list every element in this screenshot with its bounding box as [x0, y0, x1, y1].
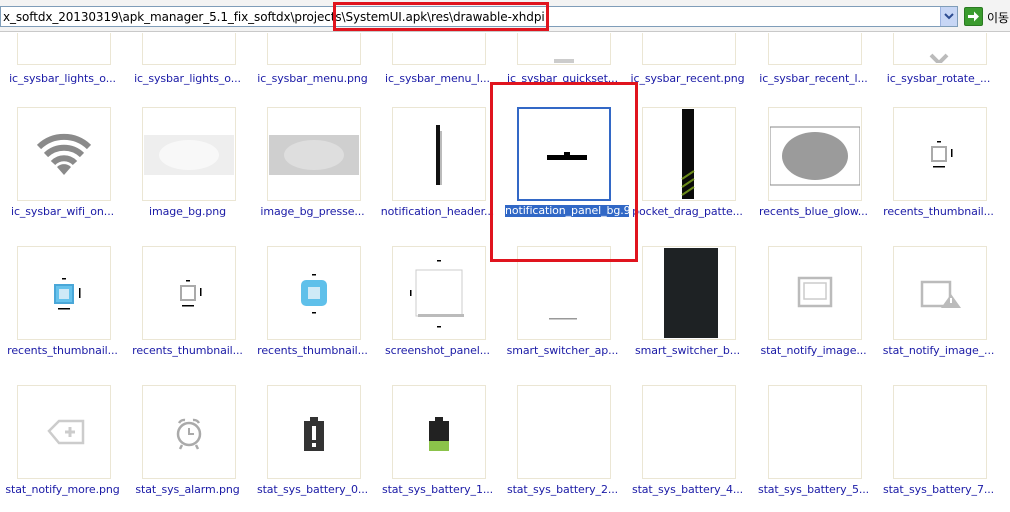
file-view[interactable]: ic_sysbar_lights_o... ic_sysbar_lights_o.…: [0, 33, 1010, 512]
notify-more-icon: [17, 385, 111, 479]
file-name: ic_sysbar_recent.png: [630, 72, 745, 85]
file-item[interactable]: smart_switcher_ap...: [500, 246, 625, 382]
file-item[interactable]: stat_sys_battery_7...: [876, 385, 1001, 512]
battery-empty-icon: [267, 385, 361, 479]
file-name: smart_switcher_ap...: [506, 344, 619, 357]
battery-blank-icon: [893, 385, 987, 479]
file-item[interactable]: pocket_drag_patte...: [625, 107, 750, 243]
file-name: recents_thumbnail...: [883, 205, 994, 218]
file-name: ic_sysbar_rotate_...: [886, 72, 991, 85]
file-name: stat_sys_battery_5...: [757, 483, 870, 496]
thumbnail-small-icon: [142, 246, 236, 340]
file-item[interactable]: stat_sys_battery_0...: [250, 385, 375, 512]
file-name: recents_thumbnail...: [132, 344, 243, 357]
thumbnail-blue-icon: [17, 246, 111, 340]
quicksettings-icon: [517, 33, 611, 65]
file-name: screenshot_panel...: [385, 344, 490, 357]
file-item[interactable]: recents_thumbnail...: [125, 246, 250, 382]
file-name: pocket_drag_patte...: [632, 205, 743, 218]
address-input[interactable]: x_softdx_20130319\apk_manager_5.1_fix_so…: [0, 6, 958, 27]
switcher-line-icon: [517, 246, 611, 340]
lights-icon: [142, 33, 236, 65]
file-name: ic_sysbar_menu_l...: [385, 72, 490, 85]
file-item[interactable]: stat_notify_image...: [751, 246, 876, 382]
file-name: recents_thumbnail...: [257, 344, 368, 357]
file-name: image_bg.png: [149, 205, 226, 218]
screenshot-panel-icon: [392, 246, 486, 340]
file-name: smart_switcher_b...: [634, 344, 740, 357]
file-name: stat_notify_more.png: [5, 483, 120, 496]
file-name: stat_sys_battery_1...: [381, 483, 494, 496]
blue-glow-icon: [768, 107, 862, 201]
address-path: x_softdx_20130319\apk_manager_5.1_fix_so…: [3, 10, 545, 24]
file-item[interactable]: screenshot_panel...: [375, 246, 500, 382]
file-name: notification_panel_bg.9.png: [505, 205, 629, 217]
go-label: 이동: [987, 11, 1010, 25]
file-item[interactable]: smart_switcher_b...: [625, 246, 750, 382]
file-name: recents_blue_glow...: [759, 205, 868, 218]
battery-blank-icon: [517, 385, 611, 479]
address-bar: x_softdx_20130319\apk_manager_5.1_fix_so…: [0, 0, 1010, 32]
file-item[interactable]: stat_sys_alarm.png: [125, 385, 250, 512]
file-item[interactable]: image_bg_presse...: [250, 107, 375, 243]
image-bg-icon: [142, 107, 236, 201]
file-item[interactable]: stat_sys_battery_1...: [375, 385, 500, 512]
file-name: stat_sys_alarm.png: [135, 483, 240, 496]
battery-blank-icon: [642, 385, 736, 479]
arrow-right-icon: [964, 7, 983, 26]
notify-image-error-icon: [893, 246, 987, 340]
file-item[interactable]: recents_thumbnail...: [250, 246, 375, 382]
file-name: stat_sys_battery_4...: [631, 483, 744, 496]
file-name: stat_notify_image...: [760, 344, 867, 357]
file-item[interactable]: image_bg.png: [125, 107, 250, 243]
rotate-icon: [893, 33, 987, 65]
menu-icon: [392, 33, 486, 65]
chevron-down-icon: [944, 13, 954, 20]
lights-icon: [17, 33, 111, 65]
file-item[interactable]: stat_notify_more.png: [0, 385, 125, 512]
file-item[interactable]: stat_sys_battery_2...: [500, 385, 625, 512]
file-name: stat_notify_image_...: [882, 344, 995, 357]
go-button[interactable]: 이동: [962, 6, 1010, 27]
file-item[interactable]: notification_header...: [375, 107, 500, 243]
file-item[interactable]: ic_sysbar_wifi_on...: [0, 107, 125, 243]
alarm-icon: [142, 385, 236, 479]
pocket-drag-icon: [642, 107, 736, 201]
file-item[interactable]: stat_sys_battery_5...: [751, 385, 876, 512]
file-name: ic_sysbar_quickset...: [507, 72, 618, 85]
image-bg-pressed-icon: [267, 107, 361, 201]
file-name: notification_header...: [380, 205, 495, 218]
file-name: image_bg_presse...: [260, 205, 365, 218]
file-item[interactable]: recents_blue_glow...: [751, 107, 876, 243]
file-name: ic_sysbar_wifi_on...: [11, 205, 114, 218]
file-item[interactable]: notification_panel_bg.9.png: [500, 107, 629, 243]
file-name: stat_sys_battery_0...: [256, 483, 369, 496]
file-item[interactable]: recents_thumbnail...: [876, 107, 1001, 243]
file-name: ic_sysbar_recent_l...: [759, 72, 868, 85]
notify-image-icon: [768, 246, 862, 340]
notification-panel-icon: [517, 107, 611, 201]
file-item[interactable]: recents_thumbnail...: [0, 246, 125, 382]
file-name: ic_sysbar_menu.png: [257, 72, 368, 85]
notification-header-icon: [392, 107, 486, 201]
thumbnail-small-icon: [893, 107, 987, 201]
file-name: recents_thumbnail...: [7, 344, 118, 357]
file-name: ic_sysbar_lights_o...: [134, 72, 241, 85]
battery-low-icon: [392, 385, 486, 479]
file-item[interactable]: stat_notify_image_...: [876, 246, 1001, 382]
file-item[interactable]: stat_sys_battery_4...: [625, 385, 750, 512]
file-name: stat_sys_battery_2...: [506, 483, 619, 496]
wifi-icon: [17, 107, 111, 201]
switcher-bg-icon: [642, 246, 736, 340]
recent-icon: [642, 33, 736, 65]
file-name: ic_sysbar_lights_o...: [9, 72, 116, 85]
recent-icon: [768, 33, 862, 65]
battery-blank-icon: [768, 385, 862, 479]
menu-icon: [267, 33, 361, 65]
file-name: stat_sys_battery_7...: [882, 483, 995, 496]
address-dropdown-button[interactable]: [940, 7, 957, 26]
thumbnail-blue-round-icon: [267, 246, 361, 340]
